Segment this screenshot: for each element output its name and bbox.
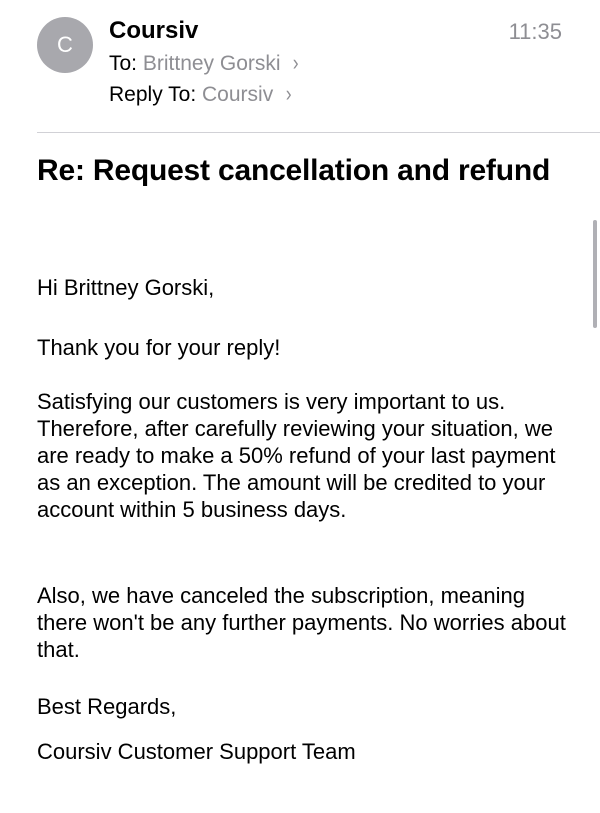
- reply-to-row[interactable]: Reply To: Coursiv ›: [109, 80, 292, 109]
- email-view: C Coursiv 11:35 To: Brittney Gorski › Re…: [0, 0, 600, 813]
- avatar[interactable]: C: [37, 17, 93, 73]
- reply-to-address[interactable]: Coursiv: [202, 83, 273, 106]
- email-subject: Re: Request cancellation and refund: [37, 154, 551, 187]
- body-thanks: Thank you for your reply!: [37, 335, 281, 360]
- body-main-paragraph: Satisfying our customers is very importa…: [37, 389, 556, 522]
- scroll-indicator[interactable]: [593, 220, 597, 328]
- timestamp: 11:35: [508, 19, 562, 44]
- to-recipient[interactable]: Brittney Gorski: [143, 52, 281, 75]
- body-cancellation-paragraph: Also, we have canceled the subscription,…: [37, 583, 566, 662]
- sender-name[interactable]: Coursiv: [109, 16, 198, 46]
- to-label: To:: [109, 52, 138, 75]
- chevron-right-icon[interactable]: ›: [293, 49, 299, 77]
- to-row[interactable]: To: Brittney Gorski ›: [109, 49, 300, 78]
- avatar-letter: C: [57, 32, 73, 57]
- reply-to-label: Reply To:: [109, 83, 197, 106]
- chevron-right-icon[interactable]: ›: [286, 80, 292, 108]
- body-signature: Coursiv Customer Support Team: [37, 739, 356, 764]
- body-closing: Best Regards,: [37, 694, 177, 719]
- header-divider: [37, 132, 600, 133]
- body-greeting: Hi Brittney Gorski,: [37, 275, 215, 300]
